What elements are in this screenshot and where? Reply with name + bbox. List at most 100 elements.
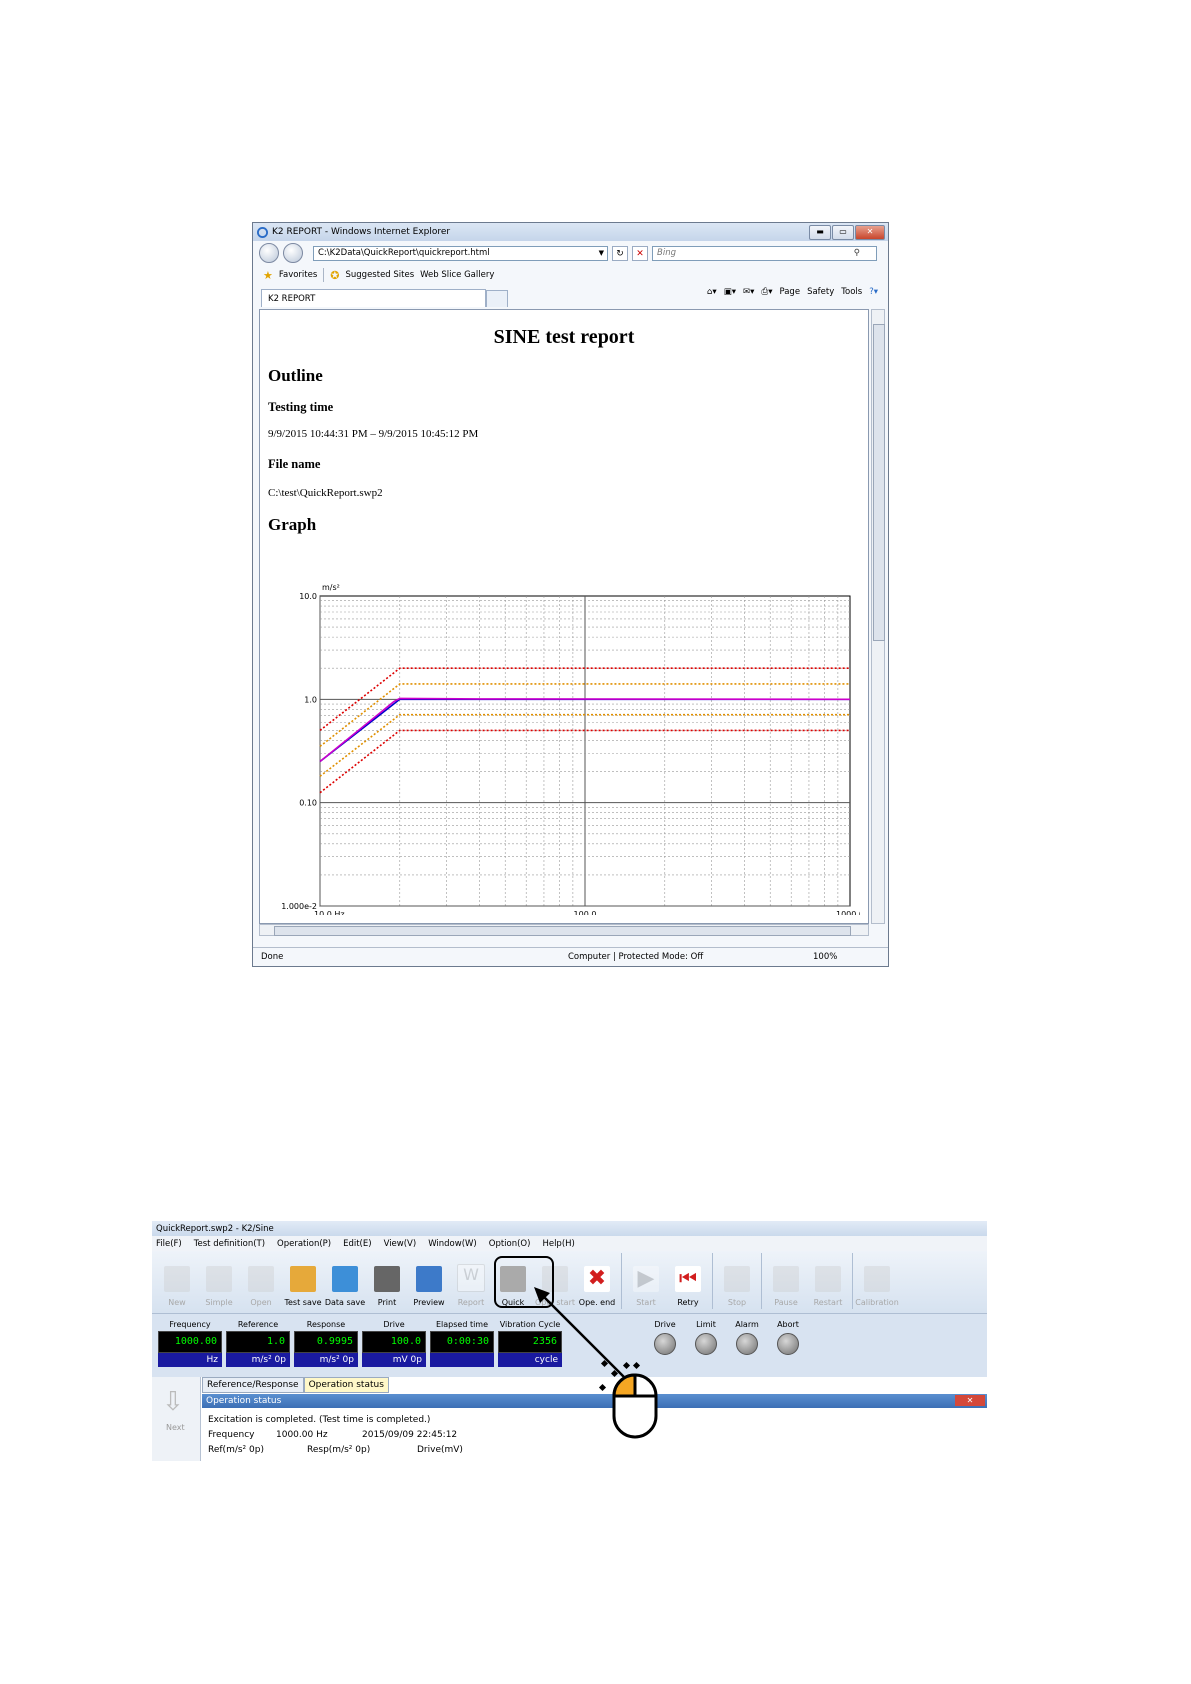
feeds-icon[interactable]: ▣▾ — [724, 287, 736, 297]
testing-time-heading: Testing time — [268, 400, 334, 414]
tab-operation-status[interactable]: Operation status — [303, 1377, 389, 1393]
test-save-icon — [290, 1266, 316, 1292]
horizontal-scrollbar[interactable] — [259, 924, 869, 936]
ie-title-bar: K2 REPORT - Windows Internet Explorer ▬ … — [253, 223, 888, 241]
meter-drive: Drive 100.0 mV 0p — [362, 1320, 426, 1367]
safety-menu[interactable]: Safety — [807, 287, 834, 297]
toolbar-label: New — [168, 1298, 186, 1307]
toolbar-button-stop[interactable]: Stop — [716, 1251, 758, 1309]
search-input[interactable]: Bing ⚲ — [652, 245, 877, 261]
meter-value: 0:00:30 — [430, 1331, 494, 1353]
menu-item[interactable]: File(F) — [156, 1239, 182, 1249]
minimize-button[interactable]: ▬ — [809, 225, 831, 240]
op-datetime: 2015/09/09 22:45:12 — [362, 1430, 458, 1440]
toolbar-button-new[interactable]: New — [156, 1251, 198, 1309]
close-icon[interactable]: ✕ — [955, 1395, 985, 1406]
page-menu[interactable]: Page — [779, 287, 800, 297]
ie-window-title: K2 REPORT - Windows Internet Explorer — [272, 227, 451, 237]
k2-tabs: Reference/Response Operation status — [202, 1377, 389, 1393]
favorites-star-icon: ★ — [263, 268, 273, 282]
close-button[interactable]: ✕ — [855, 225, 885, 240]
status-bar: Done Computer | Protected Mode: Off 100% — [253, 947, 888, 966]
click-indicator — [534, 1287, 658, 1439]
divider — [761, 1253, 762, 1309]
mail-icon[interactable]: ✉▾ — [743, 287, 754, 297]
address-input[interactable]: C:\K2Data\QuickReport\quickreport.html ▼ — [313, 245, 608, 261]
toolbar-button-open[interactable]: Open — [240, 1251, 282, 1309]
menu-item[interactable]: Window(W) — [428, 1239, 477, 1249]
k2-menu-bar: File(F) Test definition(T) Operation(P) Edi… — [152, 1236, 987, 1251]
toolbar-button-simple[interactable]: Simple — [198, 1251, 240, 1309]
forward-button[interactable] — [283, 243, 303, 263]
home-icon[interactable]: ⌂▾ — [707, 287, 717, 297]
web-slice-gallery-link[interactable]: Web Slice Gallery — [420, 270, 494, 280]
tools-menu[interactable]: Tools — [841, 287, 862, 297]
x-tick-label: 100.0 — [574, 910, 597, 915]
scroll-thumb[interactable] — [274, 926, 851, 936]
lamp-label: Abort — [777, 1320, 799, 1329]
toolbar-label: Stop — [727, 1298, 747, 1307]
meter-label: Reference — [237, 1320, 279, 1329]
op-drive-label: Drive(mV) — [417, 1445, 463, 1455]
back-button[interactable] — [259, 243, 279, 263]
menu-item[interactable]: Test definition(T) — [194, 1239, 265, 1249]
meter-elapsed-time: Elapsed time 0:00:30 — [430, 1320, 494, 1367]
menu-item[interactable]: View(V) — [384, 1239, 417, 1249]
help-icon[interactable]: ?▾ — [869, 287, 878, 297]
meter-frequency: Frequency 1000.00 Hz — [158, 1320, 222, 1367]
graph-heading: Graph — [268, 515, 317, 534]
next-arrow-icon[interactable]: ⇩ — [162, 1387, 184, 1417]
menu-item[interactable]: Option(O) — [489, 1239, 531, 1249]
meter-value: 1.0 — [226, 1331, 290, 1353]
toolbar-label: Simple — [205, 1298, 233, 1307]
tab-reference-response[interactable]: Reference/Response — [202, 1377, 304, 1393]
menu-item[interactable]: Operation(P) — [277, 1239, 331, 1249]
toolbar-label: Retry — [677, 1298, 699, 1307]
calibration-icon — [864, 1266, 890, 1292]
new-icon — [164, 1266, 190, 1292]
menu-item[interactable]: Help(H) — [542, 1239, 574, 1249]
x-tick-label: 10.0 Hz — [314, 910, 345, 915]
refresh-icon[interactable]: ↻ — [612, 245, 628, 261]
meter-label: Drive — [383, 1320, 405, 1329]
meter-unit — [430, 1353, 494, 1367]
k2-title-bar: QuickReport.swp2 - K2/Sine — [152, 1221, 987, 1236]
maximize-button[interactable]: ▭ — [832, 225, 854, 240]
menu-item[interactable]: Edit(E) — [343, 1239, 371, 1249]
favorites-button[interactable]: Favorites — [279, 270, 317, 280]
meter-reference: Reference 1.0 m/s² 0p — [226, 1320, 290, 1367]
chevron-down-icon[interactable]: ▼ — [599, 249, 604, 257]
toolbar-button-data-save[interactable]: Data save — [324, 1251, 366, 1309]
toolbar-label: Restart — [813, 1298, 843, 1307]
meter-unit: Hz — [158, 1353, 222, 1367]
zoom-level[interactable]: 100% — [813, 952, 837, 962]
meter-value: 0.9995 — [294, 1331, 358, 1353]
toolbar-button-calibration[interactable]: Calibration — [855, 1251, 899, 1309]
suggested-sites-link[interactable]: Suggested Sites — [346, 270, 415, 280]
search-placeholder: Bing — [657, 248, 676, 258]
add-favorite-icon[interactable]: ✪ — [330, 269, 339, 282]
print-icon[interactable]: ⎙▾ — [761, 287, 772, 297]
toolbar-label: Print — [377, 1298, 397, 1307]
search-icon[interactable]: ⚲ — [854, 248, 860, 258]
open-icon — [248, 1266, 274, 1292]
new-tab-button[interactable] — [486, 290, 508, 307]
ie-window: K2 REPORT - Windows Internet Explorer ▬ … — [252, 222, 889, 967]
toolbar-label: Data save — [324, 1298, 366, 1307]
toolbar-button-preview[interactable]: Preview — [408, 1251, 450, 1309]
toolbar-button-print[interactable]: Print — [366, 1251, 408, 1309]
scroll-thumb[interactable] — [873, 324, 885, 641]
toolbar-button-test-save[interactable]: Test save — [282, 1251, 324, 1309]
toolbar-button-report[interactable]: W Report — [450, 1251, 492, 1309]
op-frequency-label: Frequency — [208, 1430, 255, 1440]
y-tick-label: 1.0 — [304, 695, 317, 704]
stop-icon[interactable]: ✕ — [632, 245, 648, 261]
toolbar-button-retry[interactable]: ⏮ Retry — [667, 1251, 709, 1309]
tab-k2-report[interactable]: K2 REPORT — [261, 289, 486, 307]
pause-icon — [773, 1266, 799, 1292]
toolbar-button-pause[interactable]: Pause — [765, 1251, 807, 1309]
toolbar-label: Pause — [774, 1298, 798, 1307]
file-name-value: C:\test\QuickReport.swp2 — [268, 487, 383, 499]
toolbar-button-restart[interactable]: Restart — [807, 1251, 849, 1309]
vertical-scrollbar[interactable] — [871, 309, 885, 924]
